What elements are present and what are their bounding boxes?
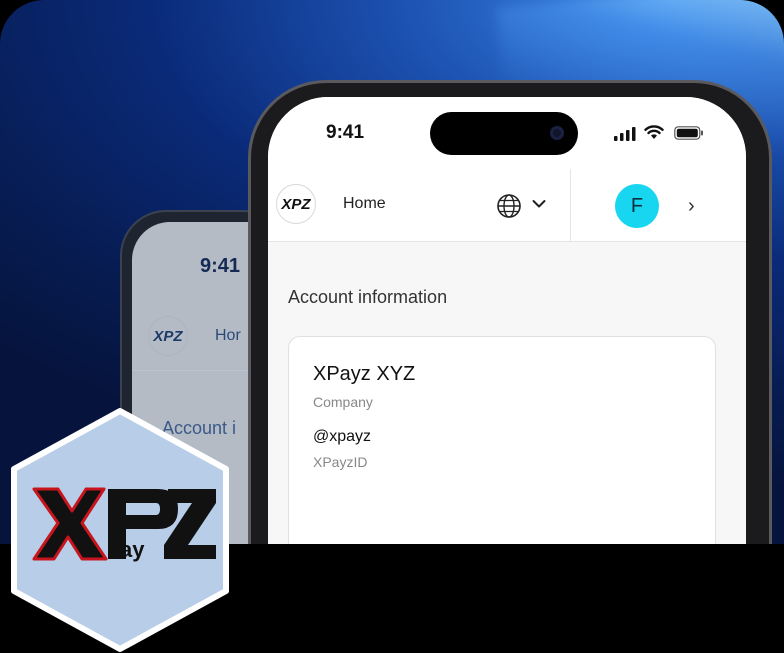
- chevron-down-icon[interactable]: [532, 199, 546, 209]
- nav-home-link[interactable]: Home: [343, 195, 386, 213]
- back-phone-logo: XPZ: [148, 316, 188, 356]
- logo-ay-text: ay: [120, 537, 145, 562]
- camera-icon: [550, 126, 564, 140]
- avatar[interactable]: F: [615, 184, 659, 228]
- xpayz-logo[interactable]: XPZ: [276, 184, 316, 224]
- xpayz-id-label: XPayzID: [313, 454, 368, 470]
- company-label: Company: [313, 394, 373, 410]
- nav-divider: [570, 169, 571, 241]
- page-title: Account information: [288, 287, 448, 307]
- xpayz-handle: @xpayz: [313, 428, 372, 445]
- status-time: 9:41: [326, 122, 365, 143]
- back-phone-home-label: Hor: [215, 327, 241, 344]
- globe-icon[interactable]: [496, 193, 522, 219]
- top-nav: XPZ Home F ›: [268, 169, 746, 242]
- back-phone-time: 9:41: [200, 255, 241, 277]
- logo-text: XPZ: [281, 195, 311, 213]
- wifi-icon: [644, 125, 664, 139]
- account-card: XPayz XYZ Company @xpayz XPayzID: [288, 336, 716, 557]
- phone-screen: 9:41 XPZ Home F › Account information XP…: [268, 97, 746, 557]
- chevron-right-icon[interactable]: ›: [688, 195, 695, 218]
- status-bar: 9:41: [268, 97, 746, 169]
- company-name: XPayz XYZ: [313, 363, 416, 385]
- signal-icon: [614, 127, 636, 141]
- dynamic-island: [430, 112, 578, 155]
- xpayz-badge: ay: [11, 408, 229, 652]
- battery-icon: [674, 126, 703, 140]
